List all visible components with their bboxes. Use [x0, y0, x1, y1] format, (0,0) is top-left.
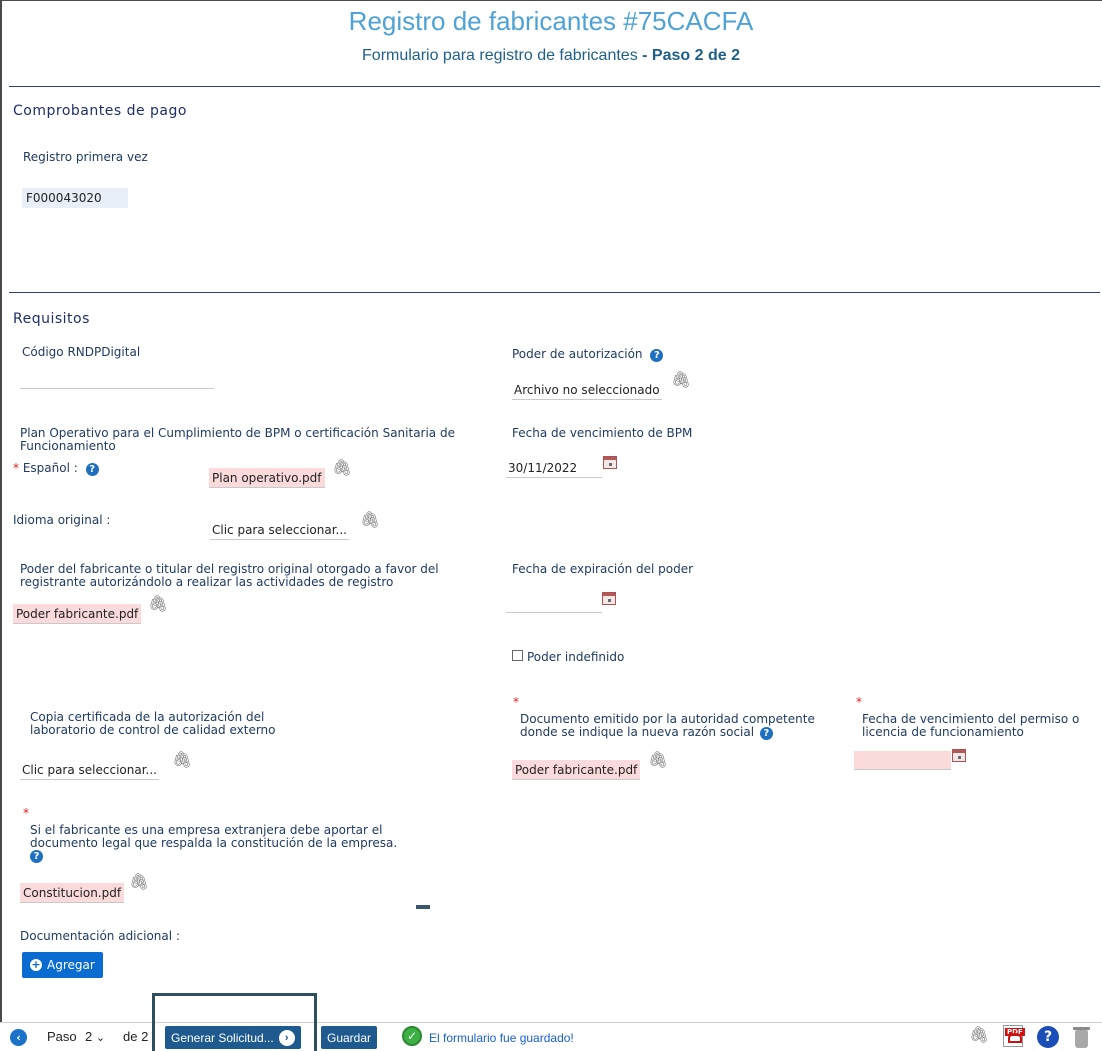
poder-indefinido-checkbox[interactable] — [512, 650, 523, 661]
previous-icon[interactable]: ‹ — [10, 1029, 27, 1046]
section-title-requisitos: Requisitos — [13, 311, 90, 327]
paperclip-icon[interactable]: 🖇 — [148, 594, 168, 613]
help-icon[interactable]: ? — [85, 463, 99, 476]
required-asterisk: * — [513, 695, 519, 709]
stray-mark — [416, 905, 430, 909]
de-label: de 2 — [123, 1029, 149, 1044]
constitucion-file[interactable]: Constitucion.pdf — [20, 883, 125, 903]
calendar-icon[interactable] — [952, 749, 966, 762]
highlight-box — [152, 993, 317, 1051]
codigo-rndpdigital-label: Código RNDPDigital — [22, 345, 141, 359]
form-frame — [0, 0, 1102, 1051]
paperclip-icon[interactable]: 🖇 — [172, 750, 192, 769]
plus-icon: + — [30, 958, 42, 971]
fecha-permiso-input[interactable] — [854, 751, 951, 770]
fecha-bpm-label: Fecha de vencimiento de BPM — [512, 426, 693, 440]
copia-certificada-file[interactable]: Clic para seleccionar... — [20, 760, 159, 780]
divider — [9, 86, 1100, 87]
poder-fabricante-label: Poder del fabricante o titular del regis… — [20, 562, 439, 589]
fecha-permiso-label: Fecha de vencimiento del permiso o licen… — [862, 712, 1080, 739]
documentacion-adicional-label: Documentación adicional : — [20, 929, 180, 943]
poder-autorizacion-file[interactable]: Archivo no seleccionado — [512, 380, 662, 400]
plan-operativo-label: Plan Operativo para el Cumplimiento de B… — [20, 426, 455, 453]
success-check-icon: ✓ — [402, 1026, 422, 1046]
espanol-label-text: Español : — [22, 461, 78, 475]
espanol-file[interactable]: Plan operativo.pdf — [209, 468, 325, 488]
divider — [9, 292, 1100, 293]
chevron-down-icon: ⌄ — [95, 1032, 106, 1044]
pdf-icon[interactable]: PDF — [1003, 1025, 1025, 1047]
saved-message: El formulario fue guardado! — [429, 1031, 574, 1045]
registro-primera-vez-value[interactable]: F000043020 — [22, 188, 128, 208]
help-icon[interactable]: ? — [759, 727, 773, 740]
paso-label: Paso — [47, 1029, 77, 1044]
agregar-label: Agregar — [47, 958, 95, 972]
help-icon[interactable]: ? — [650, 349, 664, 362]
calendar-icon[interactable] — [603, 456, 617, 469]
copia-certificada-label: Copia certificada de la autorización del… — [30, 710, 276, 737]
paperclip-icon[interactable]: 🖇 — [360, 510, 380, 529]
guardar-button[interactable]: Guardar — [321, 1026, 378, 1049]
documento-emitido-file[interactable]: Poder fabricante.pdf — [512, 760, 641, 780]
paso-select-value: 2 — [85, 1029, 93, 1044]
page-title: Registro de fabricantes #75CACFA — [348, 6, 754, 36]
poder-autorizacion-label-text: Poder de autorización — [512, 347, 643, 361]
poder-fabricante-file[interactable]: Poder fabricante.pdf — [13, 604, 142, 624]
codigo-rndpdigital-input[interactable] — [20, 370, 214, 389]
required-asterisk: * — [23, 806, 29, 820]
trash-icon[interactable] — [1073, 1027, 1090, 1048]
idioma-original-file[interactable]: Clic para seleccionar... — [210, 520, 349, 540]
page-subtitle: Formulario para registro de fabricantes … — [0, 47, 1102, 65]
agregar-button[interactable]: + Agregar — [22, 952, 103, 978]
poder-indefinido-label: Poder indefinido — [527, 650, 625, 664]
fecha-expiracion-input[interactable] — [506, 594, 602, 613]
calendar-icon[interactable] — [602, 592, 616, 605]
documento-emitido-label: Documento emitido por la autoridad compe… — [520, 713, 840, 740]
paperclip-icon[interactable]: 🖇 — [671, 370, 691, 389]
help-icon[interactable]: ? — [30, 850, 43, 863]
fecha-expiracion-label: Fecha de expiración del poder — [512, 562, 694, 576]
paperclip-icon[interactable]: 🖇 — [969, 1025, 989, 1044]
espanol-label: * Español : ? — [13, 462, 99, 476]
registro-primera-vez-label: Registro primera vez — [23, 150, 148, 164]
paso-select[interactable]: 2 ⌄ — [85, 1029, 105, 1044]
fecha-bpm-input[interactable]: 30/11/2022 — [506, 458, 602, 478]
subtitle-step: - Paso 2 de 2 — [642, 47, 740, 64]
idioma-original-label: Idioma original : — [13, 513, 111, 527]
section-title-comprobantes: Comprobantes de pago — [13, 103, 187, 119]
paperclip-icon[interactable]: 🖇 — [129, 872, 149, 891]
required-asterisk: * — [13, 461, 19, 475]
help-icon[interactable]: ? — [1037, 1026, 1059, 1048]
required-asterisk: * — [856, 695, 862, 709]
paperclip-icon[interactable]: 🖇 — [332, 458, 352, 477]
poder-autorizacion-label: Poder de autorización ? — [512, 347, 664, 362]
subtitle-text: Formulario para registro de fabricantes — [362, 47, 638, 64]
empresa-extranjera-label: Si el fabricante es una empresa extranje… — [30, 823, 398, 850]
paperclip-icon[interactable]: 🖇 — [648, 750, 668, 769]
